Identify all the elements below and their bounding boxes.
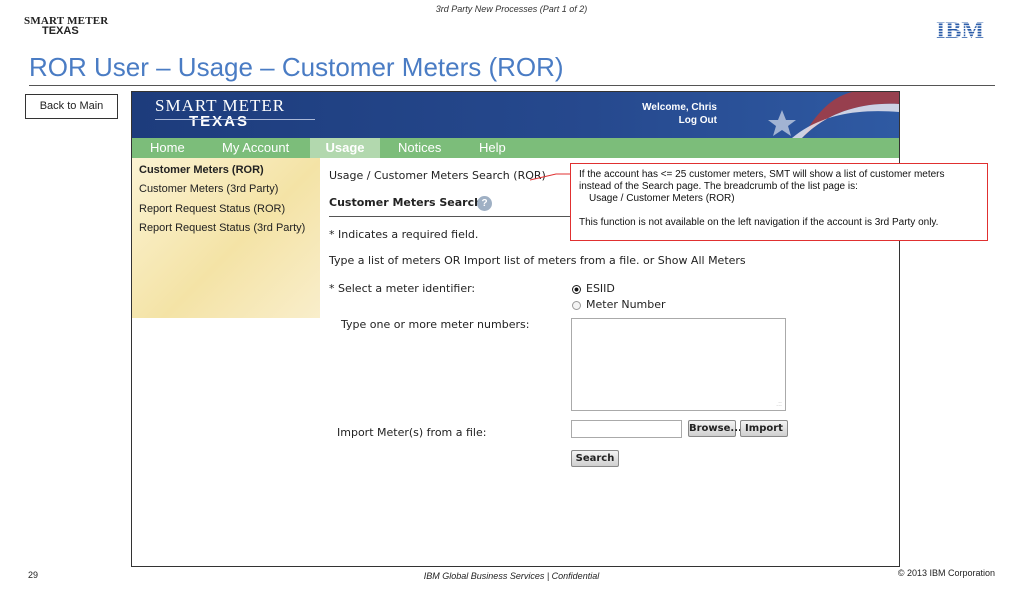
browse-button[interactable]: Browse... xyxy=(688,420,742,437)
welcome-text: Welcome, Chris xyxy=(642,102,717,113)
leftnav-report-status-ror[interactable]: Report Request Status (ROR) xyxy=(139,203,285,215)
back-to-main-button[interactable]: Back to Main xyxy=(25,94,118,119)
radio-meter-number[interactable] xyxy=(572,301,581,310)
callout-line1: If the account has <= 25 customer meters… xyxy=(579,169,945,180)
user-welcome: Welcome, Chris Log Out xyxy=(602,101,717,127)
file-path-input[interactable] xyxy=(571,420,682,438)
logout-link[interactable]: Log Out xyxy=(602,114,717,127)
nav-help[interactable]: Help xyxy=(479,138,506,158)
smart-meter-texas-logo: SMART METER TEXAS xyxy=(24,16,108,37)
leftnav-customer-meters-ror[interactable]: Customer Meters (ROR) xyxy=(139,164,264,176)
resize-grip-icon[interactable]: .:: xyxy=(776,401,782,408)
radio-esiid[interactable] xyxy=(572,285,581,294)
app-logo-line1: SMART METER xyxy=(155,96,286,115)
nav-usage[interactable]: Usage xyxy=(310,138,380,158)
import-button[interactable]: Import xyxy=(740,420,788,437)
radio-meter-number-label: Meter Number xyxy=(586,298,666,311)
annotation-callout: If the account has <= 25 customer meters… xyxy=(570,163,988,241)
import-file-label: Import Meter(s) from a file: xyxy=(337,426,487,439)
nav-my-account[interactable]: My Account xyxy=(222,138,289,158)
slide-header: 3rd Party New Processes (Part 1 of 2) xyxy=(435,4,588,14)
section-title: Customer Meters Search xyxy=(329,196,482,209)
ibm-logo: IBM xyxy=(936,18,984,40)
leftnav-report-status-3rd-party[interactable]: Report Request Status (3rd Party) xyxy=(139,222,305,234)
main-nav: Home My Account Usage Notices Help xyxy=(132,138,899,158)
type-meters-label: Type one or more meter numbers: xyxy=(341,318,530,331)
left-navigation: Customer Meters (ROR) Customer Meters (3… xyxy=(132,158,320,318)
search-button[interactable]: Search xyxy=(571,450,619,467)
nav-notices[interactable]: Notices xyxy=(398,138,441,158)
instructions: Type a list of meters OR Import list of … xyxy=(329,254,746,267)
select-identifier-label: * Select a meter identifier: xyxy=(329,282,476,295)
meter-numbers-textarea[interactable]: .:: xyxy=(571,318,786,411)
radio-esiid-label: ESIID xyxy=(586,282,615,295)
logo-line2: TEXAS xyxy=(42,25,79,37)
callout-line4: This function is not available on the le… xyxy=(579,217,939,228)
texas-flag-icon xyxy=(768,92,899,138)
callout-line2: instead of the Search page. The breadcru… xyxy=(579,181,858,192)
breadcrumb: Usage / Customer Meters Search (ROR) xyxy=(329,169,546,182)
slide-title: ROR User – Usage – Customer Meters (ROR) xyxy=(29,52,564,82)
nav-home[interactable]: Home xyxy=(150,138,185,158)
leftnav-customer-meters-3rd-party[interactable]: Customer Meters (3rd Party) xyxy=(139,183,278,195)
svg-text:IBM: IBM xyxy=(936,18,984,40)
help-icon[interactable]: ? xyxy=(477,196,492,211)
footer-copyright: © 2013 IBM Corporation xyxy=(897,568,995,578)
required-note: * Indicates a required field. xyxy=(329,228,479,241)
callout-line3: Usage / Customer Meters (ROR) xyxy=(589,193,735,204)
app-logo: SMART METER TEXAS xyxy=(155,96,315,130)
title-divider xyxy=(29,85,995,86)
callout-pointer xyxy=(530,173,572,181)
app-logo-line2: TEXAS xyxy=(189,113,250,130)
app-header: SMART METER TEXAS Welcome, Chris Log Out xyxy=(132,92,899,138)
